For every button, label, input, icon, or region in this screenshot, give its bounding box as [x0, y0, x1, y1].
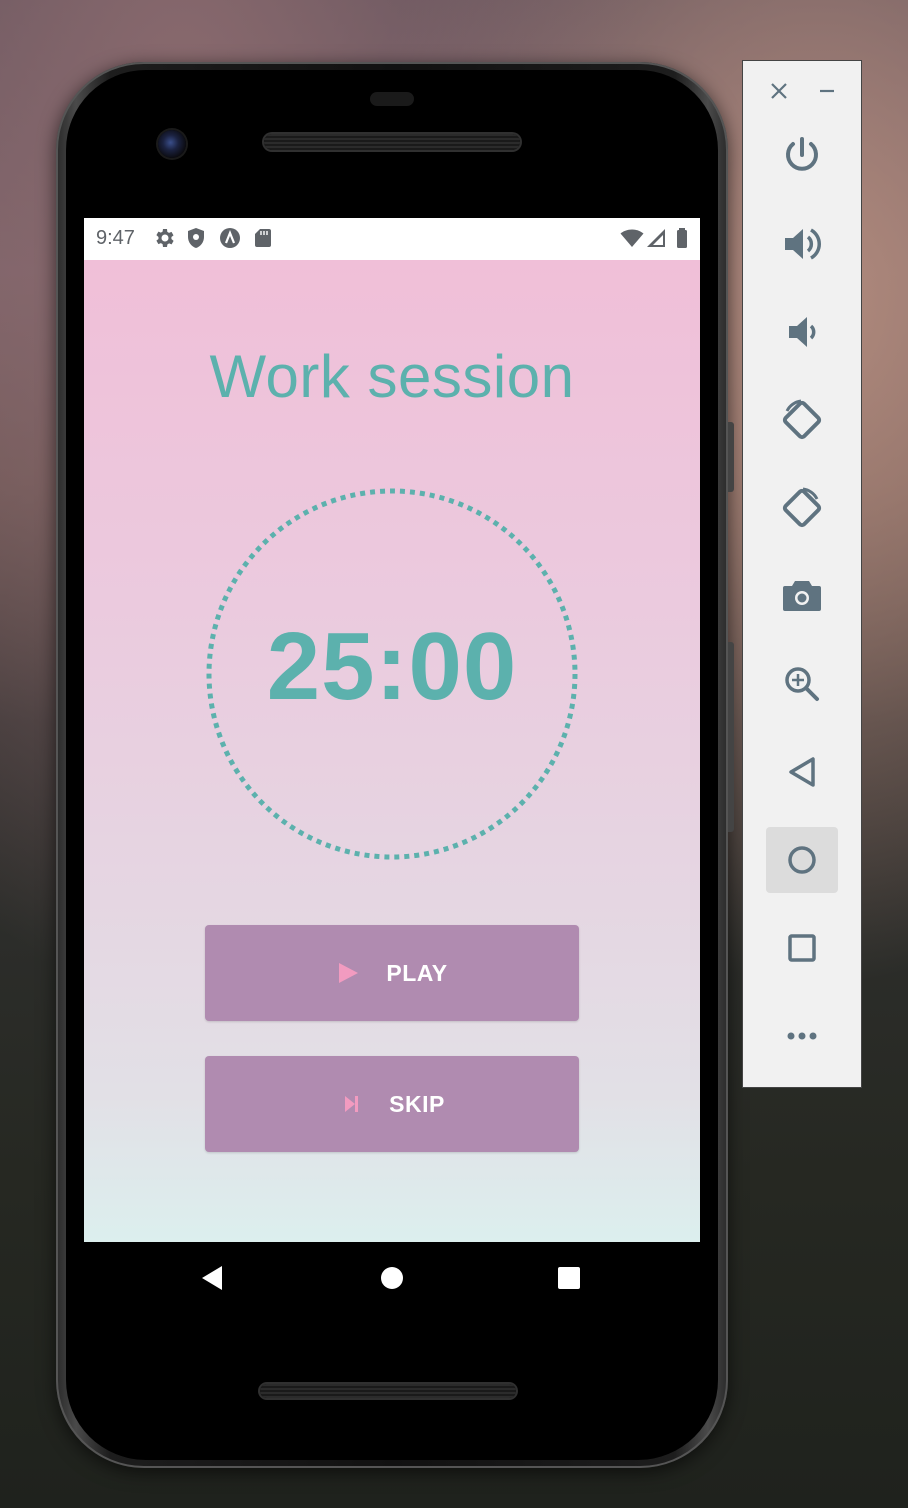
- skip-button-label: SKIP: [389, 1090, 445, 1117]
- play-icon: [339, 963, 359, 983]
- play-button-label: PLAY: [386, 959, 448, 986]
- device-power-button: [728, 642, 734, 832]
- emulator-toolbar: [742, 60, 862, 1088]
- play-button[interactable]: PLAY: [205, 925, 579, 1021]
- panel-back-button[interactable]: [766, 739, 838, 805]
- more-button[interactable]: [766, 1003, 838, 1069]
- home-icon: [788, 846, 816, 874]
- session-title: Work session: [209, 343, 575, 410]
- device-sensor: [370, 92, 414, 106]
- more-icon: [787, 1032, 817, 1040]
- back-icon[interactable]: [198, 1264, 226, 1292]
- earpiece-speaker: [264, 134, 520, 150]
- rotate-left-button[interactable]: [766, 387, 838, 453]
- power-button[interactable]: [766, 123, 838, 189]
- volume-up-icon: [785, 228, 821, 260]
- navigation-bar: [84, 1242, 700, 1314]
- overview-icon: [788, 934, 816, 962]
- close-icon[interactable]: [767, 79, 791, 103]
- android-a-icon: [220, 228, 240, 248]
- status-bar: 9:47: [84, 218, 700, 260]
- skip-icon: [345, 1096, 359, 1112]
- back-icon: [789, 757, 815, 787]
- volume-up-button[interactable]: [766, 211, 838, 277]
- camera-icon: [783, 581, 821, 611]
- device-volume-button: [728, 422, 734, 492]
- front-camera: [158, 130, 186, 158]
- sd-card-icon: [255, 229, 271, 247]
- rotate-left-icon: [782, 399, 822, 440]
- panel-overview-button[interactable]: [766, 915, 838, 981]
- pomodoro-app: Work session 25:00 PLAY SKIP: [84, 260, 700, 1242]
- power-icon: [786, 137, 818, 171]
- home-icon[interactable]: [378, 1264, 406, 1292]
- zoom-icon: [785, 667, 819, 701]
- device-screen: 9:47 Work session 25:00 PLAY SKIP: [84, 218, 700, 1242]
- wifi-icon: [620, 229, 644, 247]
- volume-down-button[interactable]: [766, 299, 838, 365]
- rotate-right-button[interactable]: [766, 475, 838, 541]
- shield-icon: [188, 228, 204, 248]
- zoom-button[interactable]: [766, 651, 838, 717]
- rotate-right-icon: [782, 487, 822, 528]
- skip-button[interactable]: SKIP: [205, 1056, 579, 1152]
- status-time: 9:47: [96, 227, 135, 249]
- volume-down-icon: [789, 317, 816, 347]
- bottom-speaker: [260, 1384, 516, 1398]
- panel-home-button[interactable]: [766, 827, 838, 893]
- screenshot-button[interactable]: [766, 563, 838, 629]
- recents-icon[interactable]: [555, 1264, 583, 1292]
- cell-signal-icon: [647, 229, 665, 247]
- timer-display: 25:00: [266, 613, 518, 720]
- settings-icon: [156, 229, 174, 247]
- minimize-icon[interactable]: [815, 79, 839, 103]
- battery-icon: [677, 228, 687, 248]
